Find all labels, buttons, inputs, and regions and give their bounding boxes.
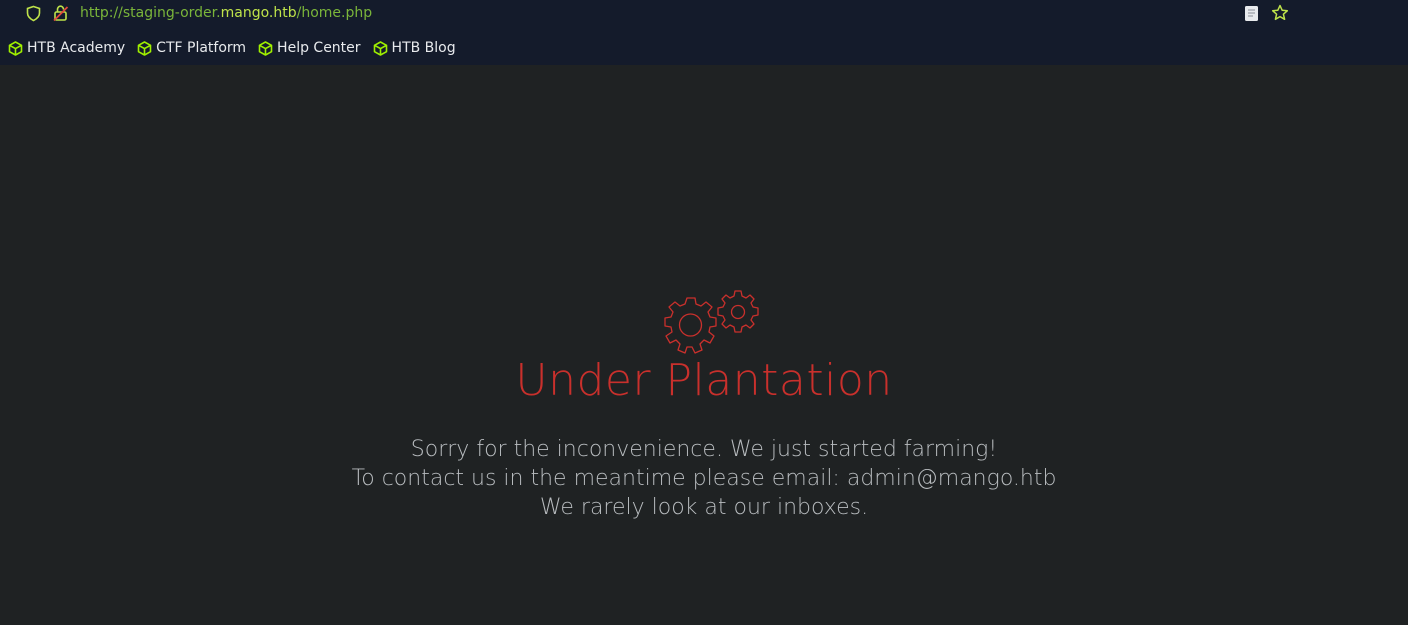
message-line: To contact us in the meantime please ema… — [351, 466, 1057, 491]
cube-icon — [373, 40, 387, 56]
page-title: Under Plantation — [515, 355, 893, 406]
url-host: mango.htb — [220, 5, 297, 21]
message-line: Sorry for the inconvenience. We just sta… — [410, 437, 998, 462]
insecure-lock-icon[interactable] — [52, 4, 70, 22]
cube-icon — [258, 40, 273, 56]
browser-chrome: http://staging-order.mango.htb/home.php … — [0, 0, 1408, 65]
bookmark-label: HTB Academy — [27, 40, 126, 56]
bookmark-label: HTB Blog — [391, 40, 456, 56]
address-bar[interactable]: http://staging-order.mango.htb/home.php — [0, 0, 1408, 28]
bookmark-htb-blog[interactable]: HTB Blog — [373, 40, 456, 56]
bookmark-ctf-platform[interactable]: CTF Platform — [137, 40, 246, 56]
gears-icon — [664, 290, 759, 354]
bookmarks-toolbar: HTB Academy CTF Platform Help Center HTB… — [0, 36, 460, 60]
page-message: Sorry for the inconvenience. We just sta… — [0, 435, 1408, 522]
cube-icon — [8, 40, 23, 56]
message-line: We rarely look at our inboxes. — [539, 495, 869, 520]
url-prefix: http://staging-order. — [80, 5, 221, 21]
reader-view-icon[interactable] — [1244, 5, 1260, 22]
bookmark-htb-academy[interactable]: HTB Academy — [8, 40, 125, 56]
bookmark-star-icon[interactable] — [1271, 4, 1289, 22]
cube-icon — [137, 40, 152, 56]
bookmark-label: CTF Platform — [156, 40, 247, 56]
bookmark-label: Help Center — [277, 40, 361, 56]
shield-icon[interactable] — [25, 5, 42, 22]
page-content: Under Plantation Sorry for the inconveni… — [0, 65, 1408, 625]
url-path: /home.php — [296, 5, 373, 21]
bookmark-help-center[interactable]: Help Center — [258, 40, 361, 56]
url-text[interactable]: http://staging-order.mango.htb/home.php — [80, 4, 372, 22]
